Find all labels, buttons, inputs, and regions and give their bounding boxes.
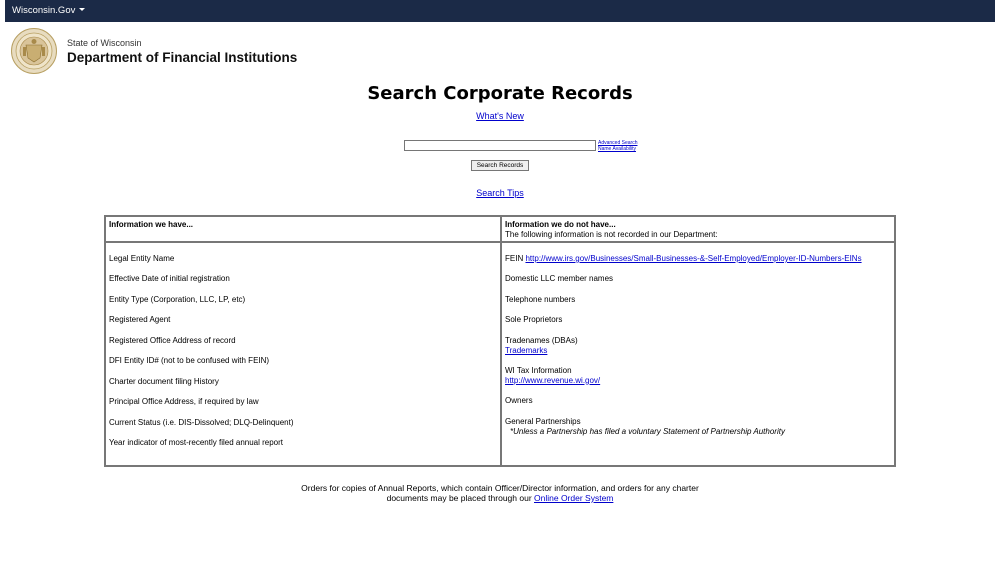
have-item: Legal Entity Name bbox=[109, 254, 175, 263]
partnerships-label: General Partnerships bbox=[505, 417, 581, 426]
have-item: Registered Office Address of record bbox=[109, 336, 236, 345]
have-header: Information we have... bbox=[109, 220, 194, 229]
partnerships-item: General Partnerships *Unless a Partnersh… bbox=[505, 417, 785, 436]
wi-tax-label: WI Tax Information bbox=[505, 366, 572, 375]
online-order-system-link[interactable]: Online Order System bbox=[534, 493, 613, 503]
whats-new-link[interactable]: What's New bbox=[476, 111, 524, 121]
have-item: Year indicator of most-recently filed an… bbox=[109, 438, 284, 447]
have-not-header-cell: Information we do not have... The follow… bbox=[502, 217, 894, 243]
order-note: Orders for copies of Annual Reports, whi… bbox=[0, 483, 1000, 503]
have-not-subheader: The following information is not recorde… bbox=[505, 230, 718, 239]
have-not-item: Telephone numbers bbox=[505, 295, 576, 304]
name-availability-link[interactable]: Name Availability bbox=[598, 146, 637, 152]
page-title: Search Corporate Records bbox=[367, 83, 633, 104]
information-we-have-column: Information we have... Legal Entity Name… bbox=[106, 217, 502, 465]
have-not-header: Information we do not have... bbox=[505, 220, 616, 229]
order-note-line2: documents may be placed through our bbox=[386, 493, 535, 503]
have-header-cell: Information we have... bbox=[106, 217, 500, 243]
trademarks-link[interactable]: Trademarks bbox=[505, 346, 547, 355]
order-note-line1: Orders for copies of Annual Reports, whi… bbox=[301, 483, 699, 493]
department-title: Department of Financial Institutions bbox=[67, 50, 298, 65]
search-tips-wrapper: Search Tips bbox=[0, 188, 1000, 198]
state-seal-logo bbox=[11, 28, 57, 74]
have-item: DFI Entity ID# (not to be confused with … bbox=[109, 356, 270, 365]
have-item: Effective Date of initial registration bbox=[109, 274, 230, 283]
have-item: Current Status (i.e. DIS-Dissolved; DLQ-… bbox=[109, 418, 294, 427]
search-options-links: Advanced Search Name Availability bbox=[598, 140, 637, 152]
search-input[interactable] bbox=[404, 140, 596, 151]
have-item: Principal Office Address, if required by… bbox=[109, 397, 259, 406]
whats-new-wrapper: What's New bbox=[0, 111, 1000, 121]
information-table: Information we have... Legal Entity Name… bbox=[104, 215, 896, 467]
wisconsin-gov-label: Wisconsin.Gov bbox=[12, 5, 76, 16]
search-tips-link[interactable]: Search Tips bbox=[476, 188, 524, 198]
have-item: Registered Agent bbox=[109, 315, 171, 324]
state-label: State of Wisconsin bbox=[67, 38, 142, 48]
have-not-item: Domestic LLC member names bbox=[505, 274, 614, 283]
information-we-do-not-have-column: Information we do not have... The follow… bbox=[502, 217, 894, 465]
tradenames-label: Tradenames (DBAs) bbox=[505, 336, 578, 345]
partnerships-note: *Unless a Partnership has filed a volunt… bbox=[510, 426, 785, 436]
have-not-item: Sole Proprietors bbox=[505, 315, 563, 324]
have-item: Charter document filing History bbox=[109, 377, 219, 386]
wisconsin-gov-menu[interactable]: Wisconsin.Gov bbox=[12, 5, 86, 16]
tradenames-item: Tradenames (DBAs) Trademarks bbox=[505, 336, 578, 355]
caret-down-icon bbox=[79, 8, 86, 11]
fein-label: FEIN bbox=[505, 254, 524, 263]
top-navigation-bar: Wisconsin.Gov bbox=[5, 0, 995, 22]
have-item: Entity Type (Corporation, LLC, LP, etc) bbox=[109, 295, 246, 304]
wi-tax-item: WI Tax Information http://www.revenue.wi… bbox=[505, 366, 600, 385]
search-records-button[interactable]: Search Records bbox=[471, 160, 529, 171]
irs-ein-link[interactable]: http://www.irs.gov/Businesses/Small-Busi… bbox=[525, 254, 861, 263]
fein-item: FEIN http://www.irs.gov/Businesses/Small… bbox=[505, 254, 862, 264]
have-not-item: Owners bbox=[505, 396, 533, 405]
revenue-link[interactable]: http://www.revenue.wi.gov/ bbox=[505, 376, 600, 385]
